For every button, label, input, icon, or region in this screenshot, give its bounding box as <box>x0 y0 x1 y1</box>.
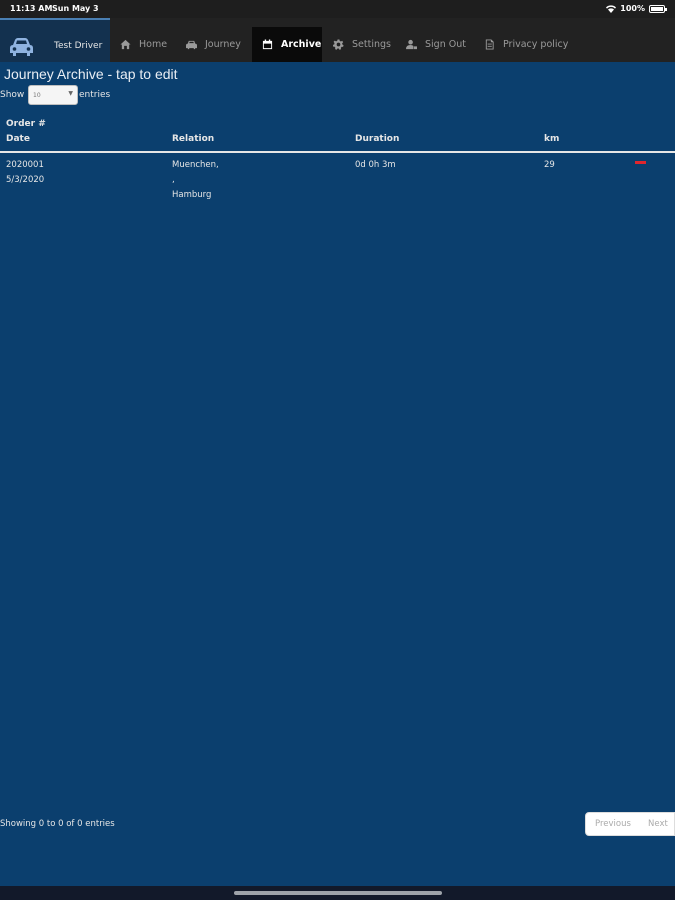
header-duration[interactable]: Duration <box>355 134 399 144</box>
next-button[interactable]: Next <box>646 819 668 829</box>
cell-relation-separator: , <box>172 175 175 185</box>
table-header-divider <box>0 151 675 153</box>
nav-privacy-policy[interactable]: Privacy policy <box>474 27 574 62</box>
nav-journey-label: Journey <box>205 39 241 50</box>
battery-level <box>651 6 663 11</box>
brand-label: Test Driver <box>54 41 103 51</box>
document-icon <box>485 39 494 50</box>
gear-icon <box>333 39 344 50</box>
cell-order: 2020001 <box>6 160 44 170</box>
pagination: Previous Next <box>585 812 675 836</box>
cell-relation-from: Muenchen, <box>172 160 219 170</box>
nav-settings-label: Settings <box>352 39 391 50</box>
nav-home[interactable]: Home <box>110 27 172 62</box>
nav-sign-out-label: Sign Out <box>425 39 466 50</box>
brand[interactable]: Test Driver <box>0 18 110 62</box>
caret-down-icon: ▼ <box>68 90 73 97</box>
page-title: Journey Archive - tap to edit <box>4 66 178 82</box>
nav-archive-label: Archive <box>281 39 322 50</box>
nav-sign-out[interactable]: Sign Out <box>396 27 474 62</box>
wifi-icon <box>606 4 617 13</box>
nav-archive[interactable]: Archive <box>252 27 322 62</box>
entries-select[interactable]: 10 ▼ <box>28 85 78 105</box>
car-logo-icon <box>10 38 33 56</box>
calendar-icon <box>262 39 273 50</box>
home-indicator[interactable] <box>234 891 442 895</box>
nav-privacy-policy-label: Privacy policy <box>503 39 569 50</box>
nav-journey[interactable]: Journey <box>176 27 250 62</box>
home-icon <box>120 39 131 50</box>
navbar: Test Driver Home Journey Archive Setting… <box>0 18 675 62</box>
cell-date: 5/3/2020 <box>6 175 45 185</box>
user-icon <box>406 39 417 50</box>
nav-home-label: Home <box>139 39 168 50</box>
status-date: Sun May 3 <box>52 4 99 13</box>
table-info: Showing 0 to 0 of 0 entries <box>0 819 115 829</box>
entries-label: entries <box>79 90 111 100</box>
status-bar: 11:13 AM Sun May 3 100% <box>0 0 675 18</box>
header-km[interactable]: km <box>544 134 559 144</box>
cell-km: 29 <box>544 160 555 170</box>
header-relation[interactable]: Relation <box>172 134 214 144</box>
status-time: 11:13 AM <box>10 4 53 13</box>
header-date[interactable]: Date <box>6 134 30 144</box>
show-label: Show <box>0 90 25 100</box>
delete-icon[interactable] <box>635 161 646 164</box>
bottom-bar <box>0 886 675 900</box>
entries-select-value: 10 <box>33 92 41 99</box>
previous-button[interactable]: Previous <box>586 819 646 829</box>
battery-icon <box>649 4 667 13</box>
car-icon <box>186 40 197 50</box>
header-order[interactable]: Order # <box>6 119 46 129</box>
cell-duration: 0d 0h 3m <box>355 160 396 170</box>
nav-settings[interactable]: Settings <box>323 27 395 62</box>
battery-percent: 100% <box>620 4 645 13</box>
status-right: 100% <box>606 4 667 13</box>
cell-relation-to: Hamburg <box>172 190 212 200</box>
